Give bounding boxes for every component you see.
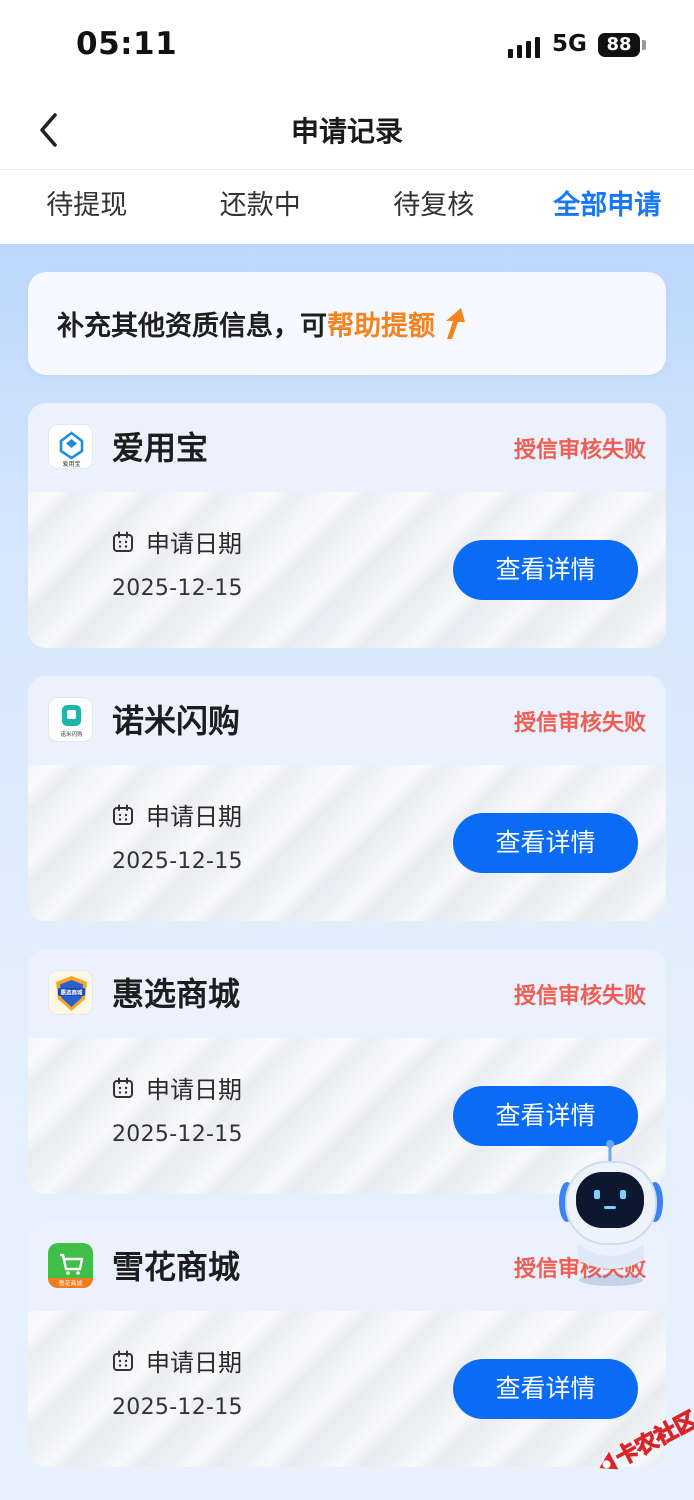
content-area: 补充其他资质信息，可 帮助提额 爱用宝 爱用宝 授信审核失败 申请日期 2025… [0,244,694,1500]
date-row: 申请日期 [112,524,242,559]
tab-repaying[interactable]: 还款中 [174,171,348,244]
app-name: 惠选商城 [112,975,241,1013]
status-bar: 05:11 5G 88 [0,0,694,92]
card-header: 惠选商城 惠选商城 授信审核失败 [28,949,666,1038]
record-card: 爱用宝 爱用宝 授信审核失败 申请日期 2025-12-15 查看详情 [28,403,666,648]
status-time: 05:11 [76,26,178,62]
network-label: 5G [552,31,587,57]
watermark-text: 卡农社区 [612,1407,694,1471]
status-badge: 授信审核失败 [513,438,646,463]
status-badge: 授信审核失败 [513,984,646,1009]
app-name: 爱用宝 [112,429,209,467]
assistant-robot-button[interactable] [558,1140,664,1290]
app-name: 雪花商城 [112,1248,241,1286]
battery-tip [642,40,646,50]
logo-text: 惠选商城 [60,989,83,997]
view-details-button[interactable]: 查看详情 [453,813,638,873]
logo-text: 爱用宝 [62,460,80,468]
app-name: 诺米闪购 [112,702,241,740]
date-value: 2025-12-15 [112,1122,243,1147]
aiyongbao-logo: 爱用宝 [48,424,93,469]
huixuan-logo: 惠选商城 [48,970,93,1015]
robot-icon [559,1140,663,1286]
card-body: 申请日期 2025-12-15 查看详情 [28,765,666,921]
view-details-button[interactable]: 查看详情 [453,540,638,600]
date-label: 申请日期 [146,530,242,558]
card-body: 申请日期 2025-12-15 查看详情 [28,492,666,648]
battery-icon: 88 [598,33,640,57]
view-details-button[interactable]: 查看详情 [453,1086,638,1146]
watermark-logo: 卡农社区 [588,1406,694,1486]
calendar-icon [113,804,133,825]
arrow-up-icon [446,307,465,339]
date-value: 2025-12-15 [112,1395,243,1420]
date-row: 申请日期 [112,797,242,832]
date-value: 2025-12-15 [112,576,243,601]
date-row: 申请日期 [112,1070,242,1105]
tab-pending-withdrawal[interactable]: 待提现 [0,171,174,244]
status-badge: 授信审核失败 [513,711,646,736]
date-label: 申请日期 [146,803,242,831]
date-row: 申请日期 [112,1343,242,1378]
tab-all-applications[interactable]: 全部申请 [521,171,694,244]
date-label: 申请日期 [146,1076,242,1104]
xuehua-logo: 雪花商城 [48,1243,93,1288]
nav-bar: 申请记录 [0,92,694,170]
date-value: 2025-12-15 [112,849,243,874]
logo-text: 雪花商城 [58,1280,82,1288]
page-title: 申请记录 [290,115,403,148]
promo-banner[interactable]: 补充其他资质信息，可 帮助提额 [28,272,666,375]
tab-pending-review[interactable]: 待复核 [347,171,521,244]
nuomi-logo: 诺米闪购 [48,697,93,742]
calendar-icon [113,1350,133,1371]
signal-icon [508,34,540,58]
tab-bar: 待提现 还款中 待复核 全部申请 [0,171,694,244]
card-header: 诺米闪购 诺米闪购 授信审核失败 [28,676,666,765]
calendar-icon [113,1077,133,1098]
calendar-icon [113,531,133,552]
card-header: 爱用宝 爱用宝 授信审核失败 [28,403,666,492]
card-body: 申请日期 2025-12-15 查看详情 [28,1311,666,1467]
record-card: 诺米闪购 诺米闪购 授信审核失败 申请日期 2025-12-15 查看详情 [28,676,666,921]
logo-text: 诺米闪购 [60,730,83,738]
promo-highlight: 帮助提额 [327,311,435,342]
promo-text: 补充其他资质信息，可 [57,311,327,342]
date-label: 申请日期 [146,1349,242,1377]
